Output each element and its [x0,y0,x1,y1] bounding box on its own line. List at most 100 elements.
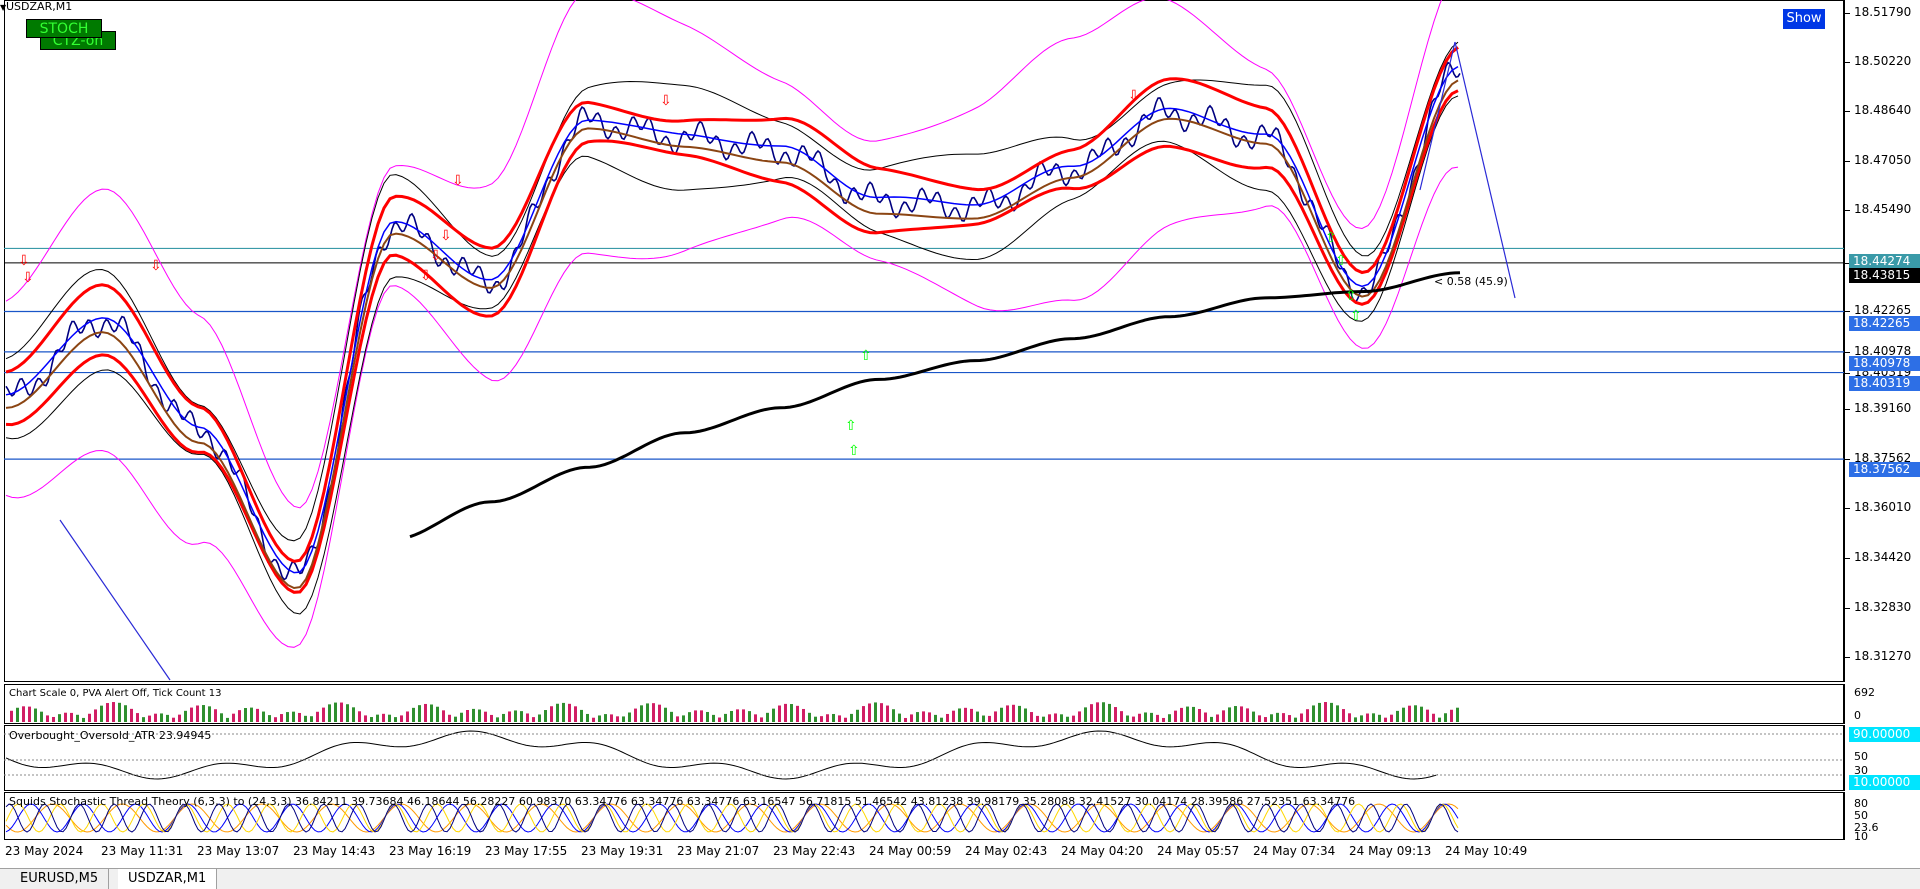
volume-bar [1012,704,1015,722]
oversold-50-label: 50 [1854,750,1868,763]
volume-bar [1240,706,1243,722]
volume-bar [136,713,139,722]
volume-bar [334,702,337,722]
volume-bar [1366,713,1369,722]
volume-bar [1384,717,1387,722]
stoch-pane-label: Squids Stochastic Thread Theory (6,3,3) … [9,795,1356,808]
volume-bar [880,703,883,722]
volume-bar [694,710,697,722]
volume-bar [1144,712,1147,722]
volume-bar [646,703,649,722]
volume-bar [724,713,727,722]
sell-arrow-icon: ⇩ [660,93,672,109]
volume-bar [1204,712,1207,722]
volume-bar [1126,715,1129,722]
buy-arrow-icon: ⇧ [1335,253,1347,269]
volume-bar [1294,717,1297,722]
time-label: 23 May 22:43 [773,844,856,858]
sell-arrow-icon: ⇩ [440,228,452,244]
time-label: 24 May 00:59 [869,844,952,858]
volume-bar [1102,702,1105,722]
volume-bar [892,709,895,722]
volume-bar [544,710,547,722]
price-label: 18.48640 [1854,103,1912,118]
level-tag-1: 18.42265 [1849,316,1920,331]
volume-bar [364,715,367,722]
tab-usdzar-m1[interactable]: USDZAR,M1 [118,869,218,889]
volume-bar [412,707,415,722]
volume-bar [100,705,103,722]
volume-bar [304,715,307,722]
time-label: 23 May 19:31 [581,844,664,858]
ask-price-tag: 18.44274 [1849,254,1920,269]
volume-bar [70,712,73,722]
volume-bar [1450,709,1453,722]
volume-bar [394,717,397,722]
volume-bar [1168,714,1171,722]
volume-zero-label: 0 [1854,709,1861,722]
price-tick [1844,408,1850,410]
stoch-button[interactable]: STOCH [26,19,102,38]
volume-bar [1288,715,1291,722]
volume-bar [118,702,121,722]
price-label: 18.45490 [1854,202,1912,217]
volume-bar [340,702,343,722]
buy-arrow-icon: ⇧ [1350,308,1362,324]
bid-price-tag: 18.43815 [1849,268,1920,283]
volume-bar [1342,709,1345,722]
volume-bar [448,714,451,722]
price-tick [1844,372,1850,374]
volume-bar [796,705,799,722]
volume-bar [886,705,889,722]
volume-bar [940,717,943,722]
volume-bar [1114,707,1117,722]
lower-red-band [5,89,1459,594]
volume-bar [1072,715,1075,722]
volume-bar [286,712,289,722]
volume-bar [292,711,295,722]
volume-bar [1222,710,1225,722]
show-button[interactable]: Show [1783,9,1825,29]
price-tick [1844,656,1850,658]
volume-bar [988,715,991,722]
volume-bar [172,717,175,722]
volume-bar [1444,713,1447,722]
volume-bar [184,710,187,722]
time-label: 23 May 11:31 [101,844,184,858]
volume-bar [526,713,529,722]
volume-bar [262,711,265,722]
price-scale[interactable] [1844,0,1920,682]
price-label: 18.50220 [1854,53,1912,68]
volume-bar [460,712,463,722]
time-label: 24 May 07:34 [1253,844,1336,858]
volume-bar [1324,702,1327,722]
price-label: 18.31270 [1854,648,1912,663]
volume-bar [1030,712,1033,722]
volume-bar [442,710,445,722]
time-axis[interactable] [0,840,1920,868]
volume-bar [220,713,223,722]
volume-bar [970,708,973,722]
volume-bar [754,714,757,722]
tab-eurusd-m5[interactable]: EURUSD,M5 [10,869,110,889]
volume-bar [1018,705,1021,722]
volume-bar [784,703,787,722]
volume-bar [274,717,277,722]
volume-bar [640,705,643,722]
sell-arrow-icon: ⇩ [420,268,432,284]
volume-bar [166,714,169,722]
volume-bar [952,710,955,722]
level-label: < 0.58 (45.9) [1434,275,1508,288]
level-tag-2: 18.40978 [1849,356,1920,371]
volume-bar [598,715,601,722]
volume-bar [994,711,997,722]
volume-bar [910,714,913,722]
price-label: 18.51790 [1854,4,1912,19]
price-tick [1844,557,1850,559]
volume-bar [178,714,181,722]
time-label: 24 May 09:13 [1349,844,1432,858]
volume-bar [58,714,61,722]
volume-bar [358,711,361,722]
volume-bar [424,703,427,722]
volume-bar [856,709,859,722]
